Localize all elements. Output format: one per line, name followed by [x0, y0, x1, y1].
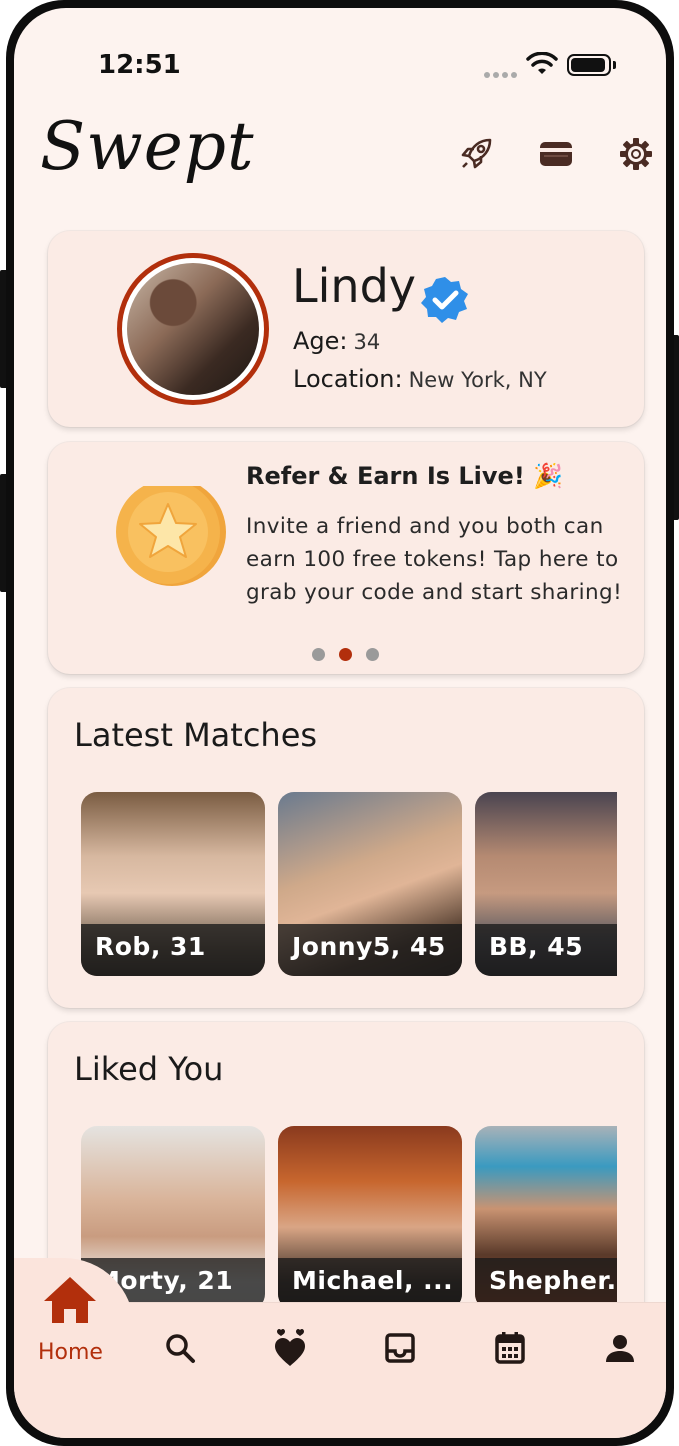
app-logo: Swept: [40, 108, 255, 185]
match-name: Jonny5, 45: [278, 924, 462, 976]
nav-search-button[interactable]: [150, 1328, 210, 1368]
latest-matches-card: Latest Matches Rob, 31 Jonny5, 45 BB, 45: [48, 688, 644, 1008]
gear-icon[interactable]: [618, 136, 654, 172]
home-icon: [44, 1277, 96, 1323]
wifi-icon: [526, 52, 558, 74]
profile-name: Lindy: [292, 259, 416, 313]
match-tile[interactable]: BB, 45: [475, 792, 617, 976]
nav-home-button[interactable]: [40, 1277, 100, 1323]
profile-card[interactable]: Lindy Age: 34 Location: New York, NY: [48, 231, 644, 427]
liked-tile[interactable]: Michael, ...: [278, 1126, 462, 1310]
match-name: Rob, 31: [81, 924, 265, 976]
liked-tile[interactable]: Shepher...: [475, 1126, 617, 1310]
signal-dots-icon: [484, 63, 520, 82]
status-time: 12:51: [98, 50, 181, 80]
refer-promo-card[interactable]: Refer & Earn Is Live! 🎉 Invite a friend …: [48, 442, 644, 674]
nav-inbox-button[interactable]: [370, 1328, 430, 1368]
latest-matches-title: Latest Matches: [74, 716, 318, 754]
inbox-icon: [385, 1333, 415, 1363]
promo-body: Invite a friend and you both can earn 10…: [246, 514, 623, 605]
carousel-dots[interactable]: [312, 648, 379, 661]
age-value: 34: [353, 330, 381, 354]
hearts-icon: [275, 1329, 305, 1366]
app-screen: 12:51 Swept Lindy Age: 34 Location: New …: [14, 8, 666, 1438]
avatar-photo: [127, 263, 259, 395]
phone-frame: 12:51 Swept Lindy Age: 34 Location: New …: [6, 0, 674, 1446]
match-tile[interactable]: Jonny5, 45: [278, 792, 462, 976]
carousel-dot-active[interactable]: [339, 648, 352, 661]
age-label: Age:: [293, 327, 348, 355]
carousel-dot[interactable]: [312, 648, 325, 661]
latest-matches-carousel[interactable]: Rob, 31 Jonny5, 45 BB, 45: [81, 792, 617, 976]
carousel-dot[interactable]: [366, 648, 379, 661]
person-icon: [606, 1335, 634, 1362]
nav-profile-button[interactable]: [590, 1328, 650, 1368]
match-tile[interactable]: Rob, 31: [81, 792, 265, 976]
promo-title: Refer & Earn Is Live! 🎉: [246, 462, 564, 490]
location-label: Location:: [293, 365, 403, 393]
wallet-icon[interactable]: [538, 136, 574, 172]
calendar-icon: [495, 1332, 525, 1364]
location-value: New York, NY: [408, 368, 547, 392]
battery-tip: [613, 61, 616, 69]
nav-calendar-button[interactable]: [480, 1328, 540, 1368]
liked-you-carousel[interactable]: Morty, 21 Michael, ... Shepher...: [81, 1126, 617, 1310]
coin-star-icon: [116, 486, 226, 586]
profile-age: Age: 34: [293, 327, 380, 355]
rocket-icon[interactable]: [458, 136, 494, 172]
search-icon: [166, 1334, 195, 1363]
battery-icon: [567, 54, 611, 76]
match-name: BB, 45: [475, 924, 617, 976]
avatar[interactable]: [117, 253, 269, 405]
profile-location: Location: New York, NY: [293, 365, 547, 393]
verified-badge-icon: [421, 277, 468, 323]
liked-you-title: Liked You: [74, 1050, 224, 1088]
nav-likes-button[interactable]: [260, 1328, 320, 1368]
nav-home-label[interactable]: Home: [38, 1340, 103, 1365]
